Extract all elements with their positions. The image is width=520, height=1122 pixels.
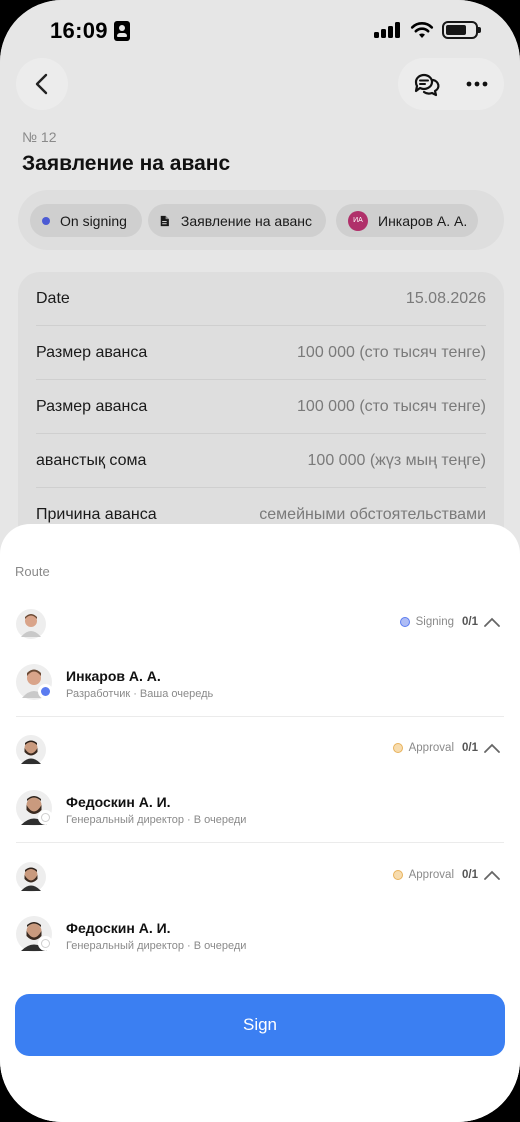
chevron-up-icon[interactable]	[484, 743, 500, 753]
user-avatar-icon	[16, 609, 46, 639]
divider	[16, 842, 504, 843]
sign-button[interactable]: Sign	[15, 994, 505, 1056]
author-name: Инкаров А. А.	[378, 212, 468, 229]
status-tag[interactable]: On signing	[30, 204, 142, 237]
detail-row: Размер аванса 100 000 (сто тысяч тенге)	[36, 380, 486, 434]
status-badge	[38, 936, 53, 951]
detail-value: 100 000 (сто тысяч тенге)	[297, 344, 486, 361]
detail-value: 100 000 (сто тысяч тенге)	[297, 398, 486, 415]
comments-icon[interactable]	[412, 70, 440, 98]
more-options-icon[interactable]	[464, 72, 490, 96]
participant-name: Федоскин А. И.	[66, 794, 171, 810]
detail-row: Размер аванса 100 000 (сто тысяч тенге)	[36, 326, 486, 380]
chevron-up-icon[interactable]	[484, 617, 500, 627]
chevron-left-icon	[35, 73, 48, 95]
route-step-header[interactable]: Signing 0/1	[16, 609, 504, 639]
route-step-header[interactable]: Approval 0/1	[16, 862, 504, 892]
status-time: 16:09	[50, 18, 108, 43]
route-participant[interactable]: Инкаров А. А. Разработчик · Ваша очередь	[16, 664, 504, 704]
detail-key: авaнстық сома	[36, 452, 147, 469]
user-avatar-icon	[16, 735, 46, 765]
status-bar: 16:09	[0, 0, 520, 60]
battery-icon	[442, 21, 481, 39]
status-dot-icon	[399, 617, 410, 627]
document-number: № 12	[22, 129, 57, 145]
route-participant[interactable]: Федоскин А. И. Генеральный директор · В …	[16, 790, 504, 830]
cellular-signal-icon	[374, 22, 402, 38]
detail-row: Date 15.08.2026	[36, 272, 486, 326]
status-dot-icon	[392, 870, 403, 880]
status-badge	[38, 684, 53, 699]
chevron-up-icon[interactable]	[484, 870, 500, 880]
back-button[interactable]	[16, 58, 68, 110]
detail-key: Date	[36, 290, 70, 307]
participant-name: Федоскин А. И.	[66, 920, 171, 936]
status-badge	[38, 810, 53, 825]
step-count: 0/1	[462, 616, 478, 628]
detail-key: Причина аванса	[36, 506, 157, 523]
step-status-label: Approval	[408, 742, 454, 754]
step-status: Approval 0/1	[392, 742, 500, 754]
document-icon	[160, 215, 169, 226]
participant-subtitle: Генеральный директор · В очереди	[66, 814, 247, 826]
route-bottom-sheet: Route Signing 0/1 Инкаров А. А. Разработ…	[0, 524, 520, 1122]
contact-card-icon	[114, 21, 130, 41]
document-tags: On signing Заявление на аванс ИА Инкаров…	[18, 190, 504, 250]
step-status-label: Approval	[408, 869, 454, 881]
user-avatar-icon	[16, 862, 46, 892]
status-dot-icon	[42, 216, 50, 225]
route-step-header[interactable]: Approval 0/1	[16, 735, 504, 765]
participant-subtitle: Генеральный директор · В очереди	[66, 940, 247, 952]
phone-screen: 16:09 № 12 Заявление на аванс On signing…	[0, 0, 520, 1122]
author-tag[interactable]: ИА Инкаров А. А.	[336, 204, 478, 237]
detail-key: Размер аванса	[36, 344, 148, 361]
divider	[16, 716, 504, 717]
detail-value: 100 000 (жүз мың теңге)	[307, 452, 486, 469]
status-tag-label: On signing	[60, 212, 127, 229]
top-actions	[398, 58, 504, 110]
wifi-icon	[410, 22, 434, 38]
detail-row: авaнстық сома 100 000 (жүз мың теңге)	[36, 434, 486, 488]
document-type-tag[interactable]: Заявление на аванс	[148, 204, 326, 237]
participant-subtitle: Разработчик · Ваша очередь	[66, 688, 214, 700]
detail-value: 15.08.2026	[405, 290, 486, 307]
step-status-label: Signing	[415, 616, 454, 628]
author-avatar: ИА	[348, 210, 368, 231]
document-type-label: Заявление на аванс	[180, 212, 312, 229]
detail-key: Размер аванса	[36, 398, 148, 415]
route-participant[interactable]: Федоскин А. И. Генеральный директор · В …	[16, 916, 504, 956]
participant-name: Инкаров А. А.	[66, 668, 161, 684]
step-status: Signing 0/1	[399, 616, 500, 628]
page-title: Заявление на аванс	[22, 152, 231, 175]
route-title: Route	[15, 564, 50, 579]
status-dot-icon	[392, 743, 403, 753]
detail-value: семейными обстоятельствами	[259, 506, 486, 523]
step-status: Approval 0/1	[392, 869, 500, 881]
step-count: 0/1	[462, 869, 478, 881]
step-count: 0/1	[462, 742, 478, 754]
